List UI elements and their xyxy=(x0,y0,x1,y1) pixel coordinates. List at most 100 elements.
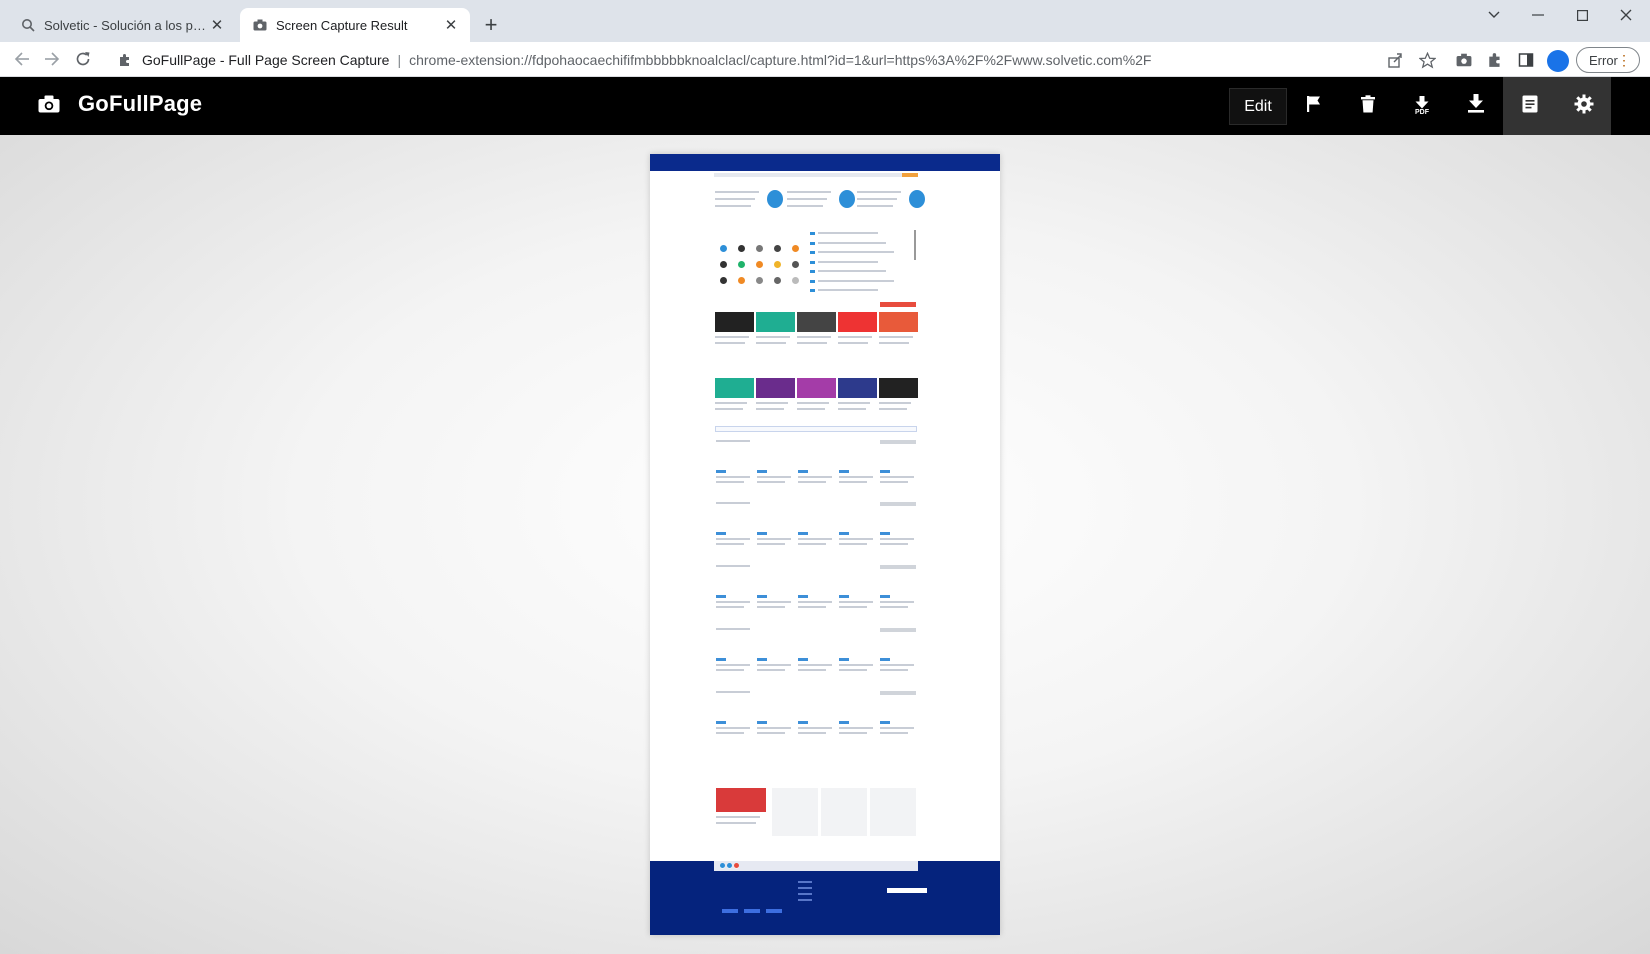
extensions-icon[interactable] xyxy=(1485,50,1505,70)
preview-section-title xyxy=(716,440,750,442)
back-icon[interactable] xyxy=(9,46,35,72)
preview-text-line xyxy=(797,342,827,344)
preview-text-line xyxy=(818,279,894,282)
preview-category-icon xyxy=(756,261,763,268)
preview-featured-image xyxy=(716,788,766,812)
preview-text-line xyxy=(818,232,878,234)
camera-icon[interactable] xyxy=(1454,50,1474,70)
maximize-icon[interactable] xyxy=(1560,0,1604,30)
preview-text-line xyxy=(839,727,873,729)
address-bar[interactable]: GoFullPage - Full Page Screen Capture | … xyxy=(108,44,1372,75)
preview-placeholder-card xyxy=(821,788,867,836)
preview-section-title xyxy=(716,691,750,693)
preview-tag xyxy=(880,532,890,535)
tab-solvetic[interactable]: Solvetic - Solución a los problemas ✕ xyxy=(8,8,236,42)
preview-card-image xyxy=(756,378,795,398)
preview-text-line xyxy=(757,727,791,729)
side-panel-icon[interactable] xyxy=(1516,50,1536,70)
preview-section-button xyxy=(880,565,916,569)
tab-title: Solvetic - Solución a los problemas xyxy=(44,17,208,33)
edit-button[interactable]: Edit xyxy=(1229,88,1287,125)
preview-text-line xyxy=(880,543,908,545)
tab-screen-capture[interactable]: Screen Capture Result ✕ xyxy=(240,8,470,42)
preview-footer-button xyxy=(766,909,782,913)
download-pdf-button[interactable]: PDF xyxy=(1395,77,1449,135)
preview-text-line xyxy=(757,538,791,540)
preview-tag xyxy=(798,595,808,598)
preview-tag xyxy=(839,532,849,535)
preview-text-line xyxy=(798,664,832,666)
close-window-icon[interactable] xyxy=(1604,0,1648,30)
extension-puzzle-icon xyxy=(116,53,134,67)
preview-category-icon xyxy=(792,261,799,268)
gear-icon xyxy=(1574,94,1594,119)
tab-search-icon[interactable] xyxy=(1472,0,1516,30)
preview-tag xyxy=(839,470,849,473)
close-icon[interactable]: ✕ xyxy=(442,16,460,34)
preview-info-icon xyxy=(839,190,855,208)
forward-icon[interactable] xyxy=(39,46,65,72)
preview-text-line xyxy=(839,606,867,608)
preview-card-image xyxy=(797,312,836,332)
preview-section-title xyxy=(716,565,750,567)
preview-category-icon xyxy=(756,245,763,252)
preview-text-line xyxy=(716,538,750,540)
minimize-icon[interactable] xyxy=(1516,0,1560,30)
preview-text-line xyxy=(715,336,749,338)
preview-footer-button xyxy=(744,909,760,913)
preview-text-line xyxy=(818,289,878,291)
flag-button[interactable] xyxy=(1287,77,1341,135)
preview-text-line xyxy=(798,601,832,603)
reload-icon[interactable] xyxy=(70,46,96,72)
preview-tag xyxy=(880,470,890,473)
preview-list-bullet xyxy=(810,241,815,245)
preview-text-line xyxy=(839,669,867,671)
settings-button[interactable] xyxy=(1557,77,1611,135)
preview-category-icon xyxy=(720,277,727,284)
preview-text-line xyxy=(818,260,878,263)
preview-tag xyxy=(839,595,849,598)
preview-text-line xyxy=(798,543,826,545)
preview-text-line xyxy=(839,601,873,603)
preview-text-line xyxy=(880,664,914,666)
preview-text-line xyxy=(716,601,750,603)
preview-list-bullet xyxy=(810,279,815,283)
preview-text-line xyxy=(838,408,866,410)
preview-text-line xyxy=(798,538,832,540)
download-button[interactable] xyxy=(1449,77,1503,135)
preview-category-icon xyxy=(792,245,799,252)
preview-text-line xyxy=(879,342,909,344)
preview-text-line xyxy=(818,270,886,272)
bookmark-star-icon[interactable] xyxy=(1417,50,1437,70)
preview-list-bullet xyxy=(810,251,815,254)
avatar[interactable] xyxy=(1547,50,1569,72)
preview-red-button xyxy=(880,302,916,307)
preview-text-line xyxy=(797,408,825,410)
browser-toolbar: GoFullPage - Full Page Screen Capture | … xyxy=(0,42,1650,77)
preview-text-line xyxy=(857,198,897,200)
preview-text-line xyxy=(715,408,743,410)
screenshot-preview[interactable] xyxy=(650,154,1000,935)
preview-tag xyxy=(757,658,767,661)
preview-tag xyxy=(757,595,767,598)
delete-button[interactable] xyxy=(1341,77,1395,135)
preview-text-line xyxy=(757,669,785,671)
preview-text-line xyxy=(839,538,873,540)
preview-menu-bar xyxy=(714,173,914,177)
share-icon[interactable] xyxy=(1385,50,1405,70)
preview-text-line xyxy=(880,732,908,734)
preview-text-line xyxy=(838,336,872,338)
new-tab-icon[interactable]: + xyxy=(478,12,504,38)
more-vert-icon[interactable]: ⋮ xyxy=(1617,52,1631,68)
preview-tag xyxy=(798,532,808,535)
preview-text-line xyxy=(716,727,750,729)
preview-info-icon xyxy=(767,190,783,208)
preview-section-button xyxy=(880,502,916,506)
profile-error-button[interactable]: Error ⋮ xyxy=(1576,47,1640,73)
preview-text-line xyxy=(715,191,759,193)
close-icon[interactable]: ✕ xyxy=(208,16,226,34)
tab-strip: Solvetic - Solución a los problemas ✕ Sc… xyxy=(0,0,1650,42)
preview-load-more xyxy=(715,426,917,432)
file-list-button[interactable] xyxy=(1503,77,1557,135)
trash-icon xyxy=(1360,94,1376,118)
